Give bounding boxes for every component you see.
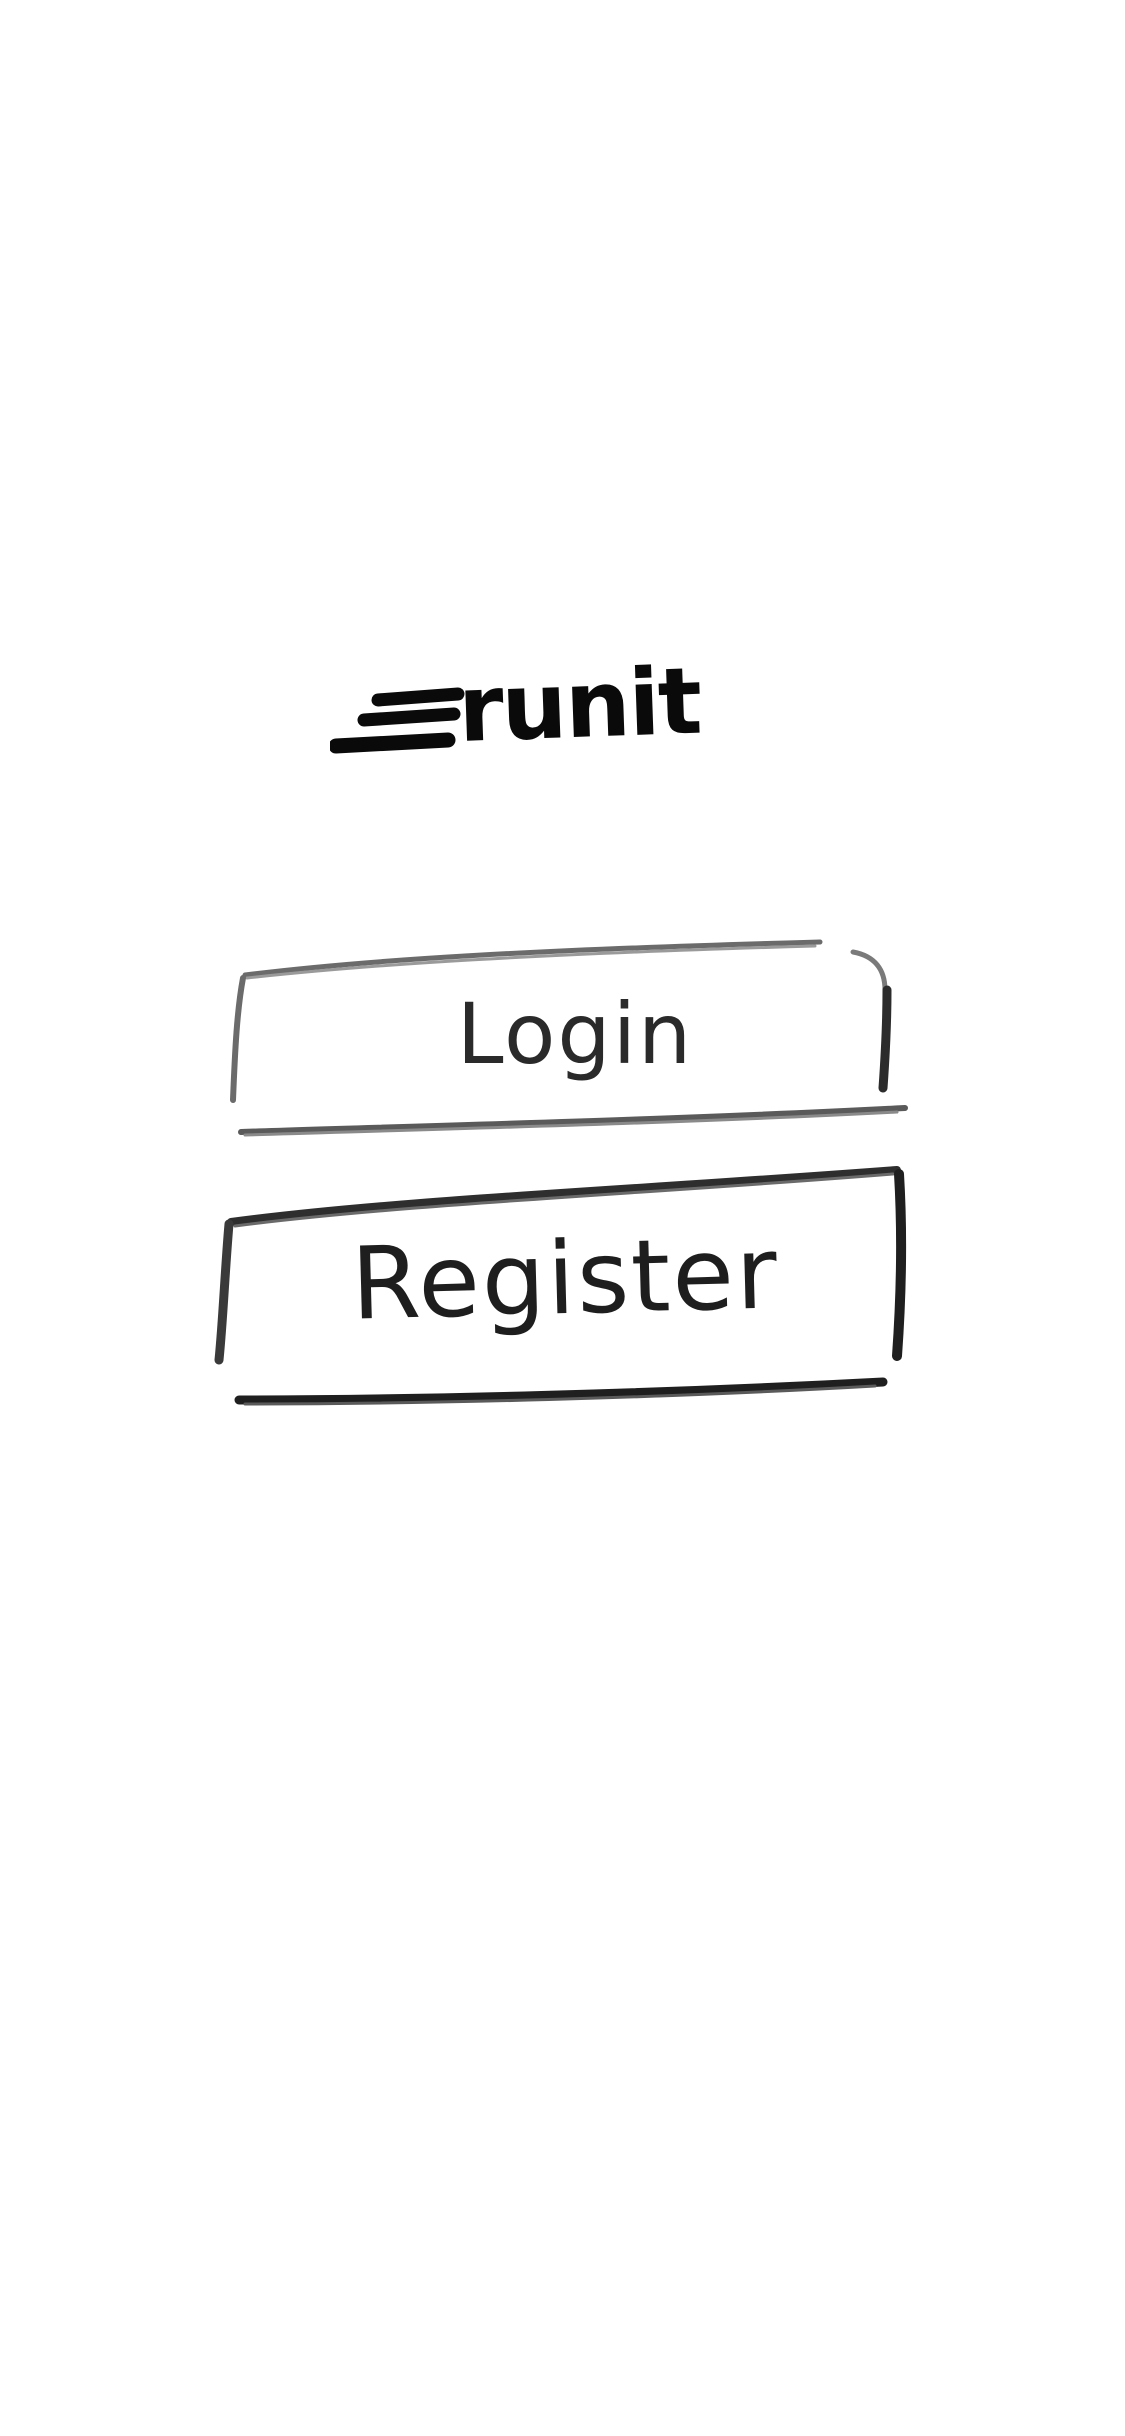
speed-lines-icon [330,687,465,754]
login-button-label: Login [456,985,694,1083]
app-name: runit [456,647,702,763]
welcome-screen: runit Login Register [0,0,1125,2436]
register-button[interactable]: Register [214,1160,915,1410]
register-button-label: Register [349,1214,781,1343]
app-logo: runit [330,648,760,770]
login-button[interactable]: Login [225,930,908,1140]
